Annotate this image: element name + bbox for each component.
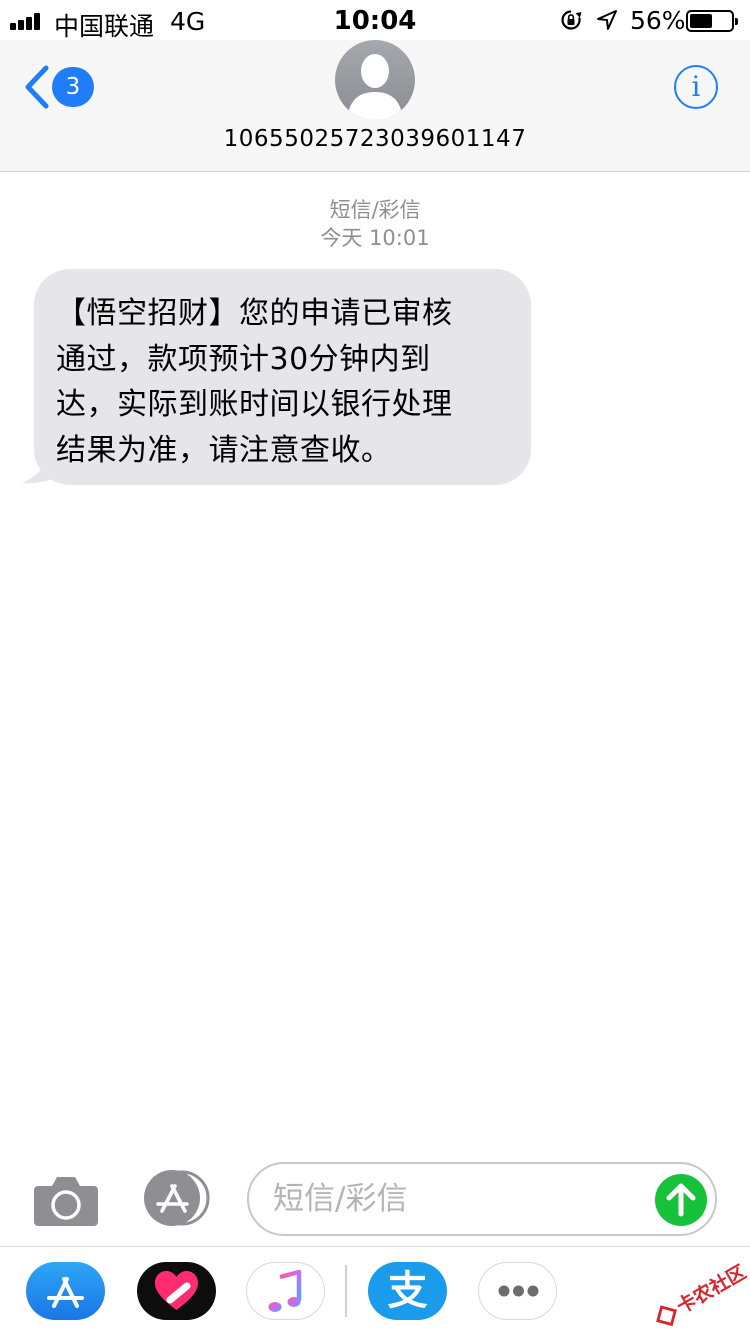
battery-icon bbox=[686, 10, 738, 32]
status-bar: 中国联通 4G 10:04 56% bbox=[0, 0, 750, 41]
avatar[interactable] bbox=[335, 40, 415, 120]
message-line: 【悟空招财】您的申请已审核 bbox=[56, 296, 453, 331]
back-button[interactable]: 3 bbox=[22, 64, 102, 110]
message-timestamp: 今天 10:01 bbox=[320, 226, 430, 250]
app-drawer: 支 卡农社区 bbox=[0, 1246, 750, 1334]
app-store-drawer-icon[interactable] bbox=[140, 1170, 212, 1226]
service-label: 短信/彩信 bbox=[329, 198, 421, 222]
rotation-lock-icon bbox=[561, 10, 582, 30]
heart-app-icon[interactable] bbox=[137, 1262, 216, 1320]
message-line: 通过，款项预计30分钟内到 bbox=[56, 341, 431, 377]
arrow-up-icon bbox=[666, 1183, 696, 1217]
incoming-message[interactable]: 【悟空招财】您的申请已审核 通过，款项预计30分钟内到 达，实际到账时间以银行处… bbox=[20, 269, 540, 487]
message-text: 【悟空招财】您的申请已审核 通过，款项预计30分钟内到 达，实际到账时间以银行处… bbox=[56, 291, 511, 473]
music-icon[interactable] bbox=[246, 1262, 325, 1320]
location-arrow-icon bbox=[597, 10, 617, 30]
drawer-divider bbox=[345, 1265, 347, 1317]
conversation-header: 3 10655025723039601147 i bbox=[0, 40, 750, 172]
watermark-logo: 卡农社区 bbox=[656, 1260, 747, 1327]
send-button[interactable] bbox=[655, 1174, 707, 1226]
compose-field[interactable] bbox=[247, 1162, 717, 1236]
app-store-icon[interactable] bbox=[26, 1262, 105, 1320]
battery-percent: 56% bbox=[630, 6, 686, 35]
contact-number[interactable]: 10655025723039601147 bbox=[0, 126, 750, 152]
message-bubble: 【悟空招财】您的申请已审核 通过，款项预计30分钟内到 达，实际到账时间以银行处… bbox=[34, 269, 531, 485]
alipay-glyph: 支 bbox=[387, 1268, 428, 1314]
more-icon[interactable] bbox=[478, 1262, 557, 1320]
person-silhouette-icon bbox=[347, 54, 403, 120]
camera-icon[interactable] bbox=[34, 1174, 98, 1226]
unread-count-badge: 3 bbox=[52, 67, 94, 107]
alipay-icon[interactable]: 支 bbox=[368, 1262, 447, 1320]
message-line: 达，实际到账时间以银行处理 bbox=[56, 387, 453, 422]
thread-meta: 短信/彩信 今天 10:01 bbox=[0, 196, 750, 252]
watermark-text: 卡农社区 bbox=[673, 1260, 747, 1318]
info-button[interactable]: i bbox=[674, 65, 718, 109]
message-input[interactable] bbox=[273, 1176, 653, 1222]
chevron-left-icon bbox=[25, 65, 49, 109]
message-line: 结果为准，请注意查收。 bbox=[56, 432, 392, 468]
